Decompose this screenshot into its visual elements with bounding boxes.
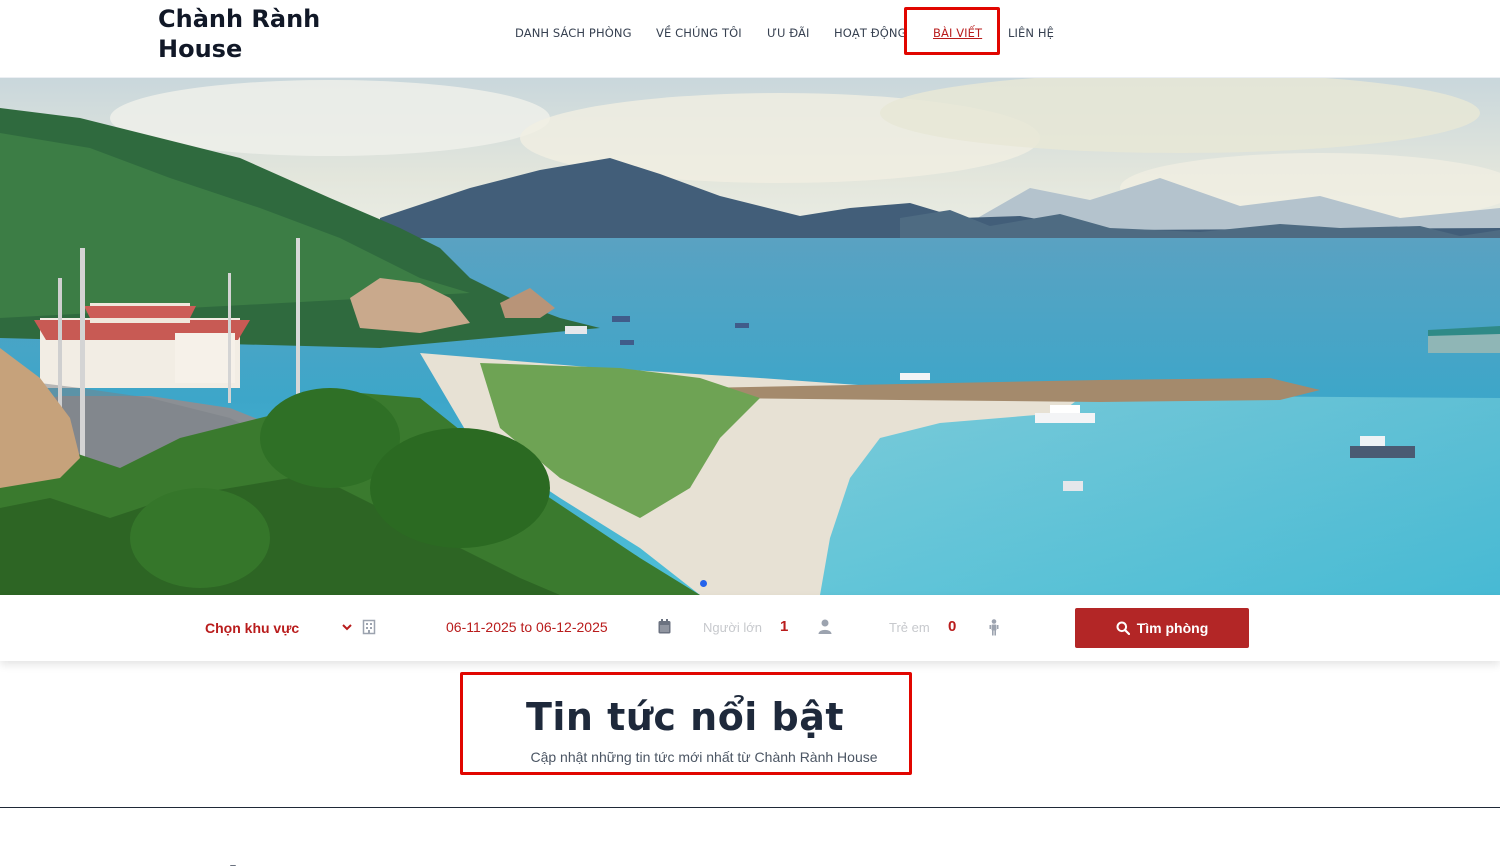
section-divider: [0, 807, 1500, 808]
main-nav: DANH SÁCH PHÒNG VỀ CHÚNG TÔI ƯU ĐÃI HOẠT…: [0, 26, 1500, 42]
nav-item-articles[interactable]: BÀI VIẾT: [933, 26, 982, 40]
search-rooms-button[interactable]: Tìm phòng: [1075, 608, 1249, 648]
nav-item-room-list[interactable]: DANH SÁCH PHÒNG: [515, 26, 632, 40]
nav-item-about-us[interactable]: VỀ CHÚNG TÔI: [656, 26, 742, 40]
adults-count[interactable]: 1: [780, 618, 788, 635]
date-range-field[interactable]: 06-11-2025 to 06-12-2025: [446, 619, 608, 635]
hero-banner-image: [0, 78, 1500, 595]
search-icon: [1116, 621, 1130, 635]
child-icon: [989, 619, 999, 636]
site-header: Chành Rành House DANH SÁCH PHÒNG VỀ CHÚN…: [0, 0, 1500, 78]
calendar-icon: [658, 619, 671, 634]
chevron-down-icon[interactable]: [341, 620, 353, 634]
coastal-landscape-illustration: [0, 78, 1500, 595]
room-search-bar: Chọn khu vực 06-11-2025 to 06-12-2025 Ng…: [0, 595, 1500, 661]
next-section-peek: [230, 858, 470, 866]
adults-label: Người lớn: [703, 620, 762, 635]
children-label: Trẻ em: [889, 620, 930, 635]
region-select[interactable]: Chọn khu vực: [205, 620, 299, 636]
nav-item-offers[interactable]: ƯU ĐÃI: [767, 26, 810, 40]
search-rooms-button-label: Tìm phòng: [1136, 620, 1209, 636]
building-icon: [362, 619, 376, 635]
nav-item-contact[interactable]: LIÊN HỆ: [1008, 26, 1054, 40]
nav-item-activities[interactable]: HOẠT ĐỘNG: [834, 26, 907, 40]
featured-news-title: Tin tức nổi bật: [525, 695, 845, 739]
user-icon: [818, 619, 832, 634]
children-count[interactable]: 0: [948, 618, 956, 635]
featured-news-subtitle: Cập nhật những tin tức mới nhất từ Chành…: [530, 749, 878, 765]
carousel-indicator-dot[interactable]: [700, 580, 707, 587]
